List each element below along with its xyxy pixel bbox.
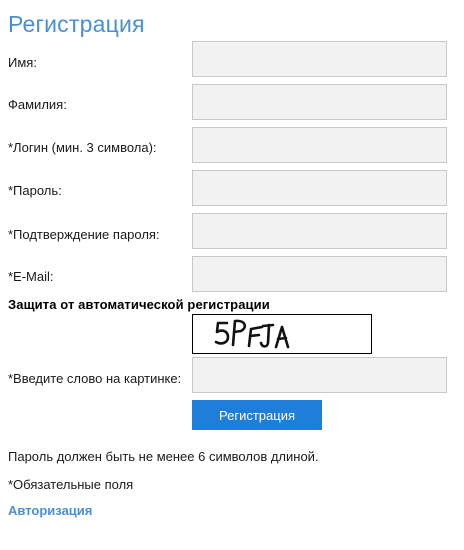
register-button[interactable]: Регистрация	[192, 400, 322, 430]
login-input[interactable]	[192, 127, 447, 163]
password-hint: Пароль должен быть не менее 6 символов д…	[8, 449, 319, 464]
captcha-heading: Защита от автоматической регистрации	[8, 297, 270, 312]
password-confirm-label: *Подтверждение пароля:	[8, 227, 160, 242]
authorization-link[interactable]: Авторизация	[8, 503, 92, 518]
form-row-captcha: *Введите слово на картинке:	[0, 357, 464, 395]
captcha-image	[192, 314, 372, 354]
password-confirm-input[interactable]	[192, 213, 447, 249]
form-row-last-name: Фамилия:	[0, 84, 464, 122]
first-name-label: Имя:	[8, 55, 37, 70]
email-input[interactable]	[192, 256, 447, 292]
email-label: *E-Mail:	[8, 269, 54, 284]
form-row-first-name: Имя:	[0, 41, 464, 79]
captcha-input[interactable]	[192, 357, 447, 393]
login-label: *Логин (мин. 3 символа):	[8, 140, 157, 155]
captcha-input-label: *Введите слово на картинке:	[8, 371, 182, 386]
required-fields-note: *Обязательные поля	[8, 477, 134, 492]
last-name-input[interactable]	[192, 84, 447, 120]
form-row-email: *E-Mail:	[0, 256, 464, 294]
password-input[interactable]	[192, 170, 447, 206]
password-label: *Пароль:	[8, 183, 62, 198]
form-row-password: *Пароль:	[0, 170, 464, 208]
page-title: Регистрация	[8, 11, 145, 37]
form-row-password-confirm: *Подтверждение пароля:	[0, 213, 464, 251]
first-name-input[interactable]	[192, 41, 447, 77]
form-row-login: *Логин (мин. 3 символа):	[0, 127, 464, 165]
last-name-label: Фамилия:	[8, 97, 67, 112]
